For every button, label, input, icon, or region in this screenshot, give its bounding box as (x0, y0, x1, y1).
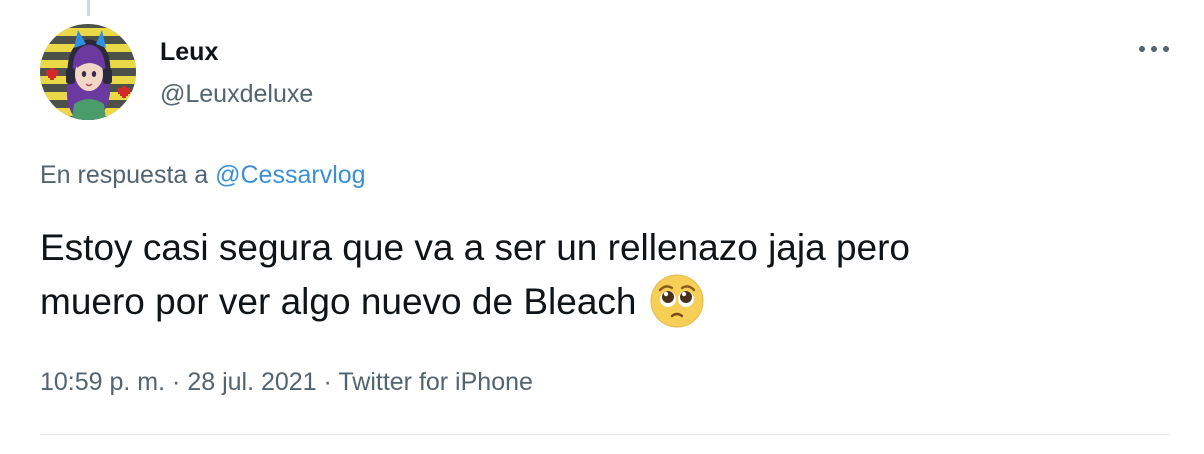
tweet-text: Estoy casi segura que va a ser un rellen… (40, 222, 1160, 342)
reply-mention-link[interactable]: @Cessarvlog (215, 161, 365, 189)
pleading-face-emoji-icon (650, 274, 704, 342)
avatar[interactable] (40, 24, 136, 120)
meta-separator: · (323, 368, 332, 396)
tweet-source-link[interactable]: Twitter for iPhone (338, 368, 533, 396)
more-options-button[interactable] (1134, 34, 1174, 64)
author-handle[interactable]: @Leuxdeluxe (160, 78, 313, 110)
tweet-time-link[interactable]: 10:59 p. m. (40, 368, 165, 396)
tweet-text-line: muero por ver algo nuevo de Bleach (40, 274, 1160, 342)
avatar-image (40, 24, 136, 120)
thread-connector-line (87, 0, 90, 16)
more-horizontal-icon (1139, 46, 1169, 52)
tweet-date-link[interactable]: 28 jul. 2021 (187, 368, 316, 396)
meta-separator: · (172, 368, 181, 396)
tweet-metadata: 10:59 p. m. · 28 jul. 2021 · Twitter for… (40, 365, 533, 399)
reply-prefix: En respuesta a (40, 161, 209, 189)
reply-context: En respuesta a @Cessarvlog (40, 158, 366, 192)
divider (40, 434, 1170, 435)
tweet-text-line: Estoy casi segura que va a ser un rellen… (40, 227, 911, 268)
tweet-text-segment: muero por ver algo nuevo de Bleach (40, 281, 637, 322)
author-display-name[interactable]: Leux (160, 36, 218, 68)
